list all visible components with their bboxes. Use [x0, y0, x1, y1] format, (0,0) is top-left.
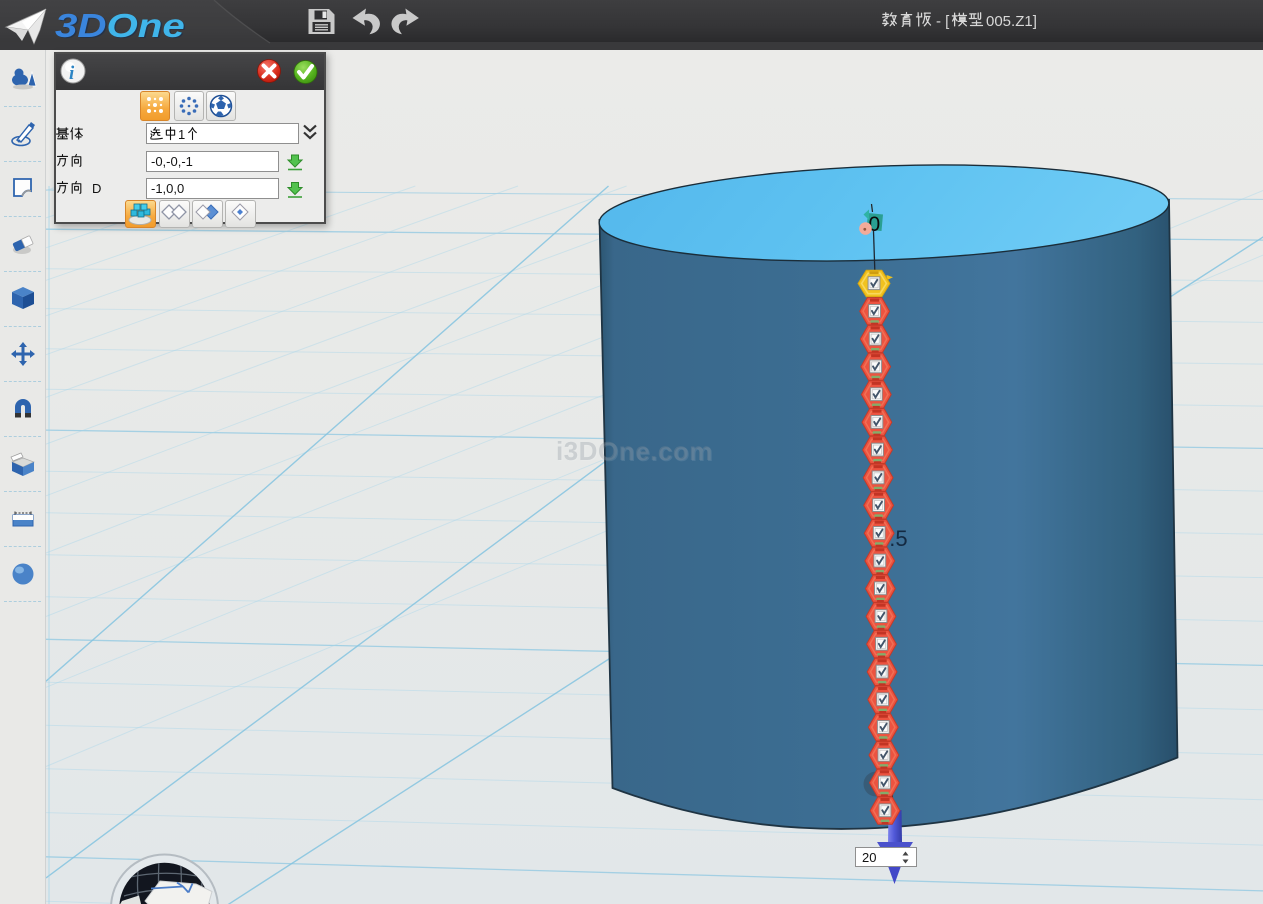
svg-text:i3DOne.com: i3DOne.com: [556, 436, 713, 466]
svg-text:D: D: [92, 181, 101, 196]
svg-text:1: 1: [178, 127, 185, 142]
svg-text:- [: - [: [936, 13, 950, 30]
svg-text:i: i: [69, 63, 75, 84]
svg-text:005.Z1]: 005.Z1]: [986, 13, 1037, 30]
svg-text:3DOne: 3DOne: [55, 7, 185, 44]
